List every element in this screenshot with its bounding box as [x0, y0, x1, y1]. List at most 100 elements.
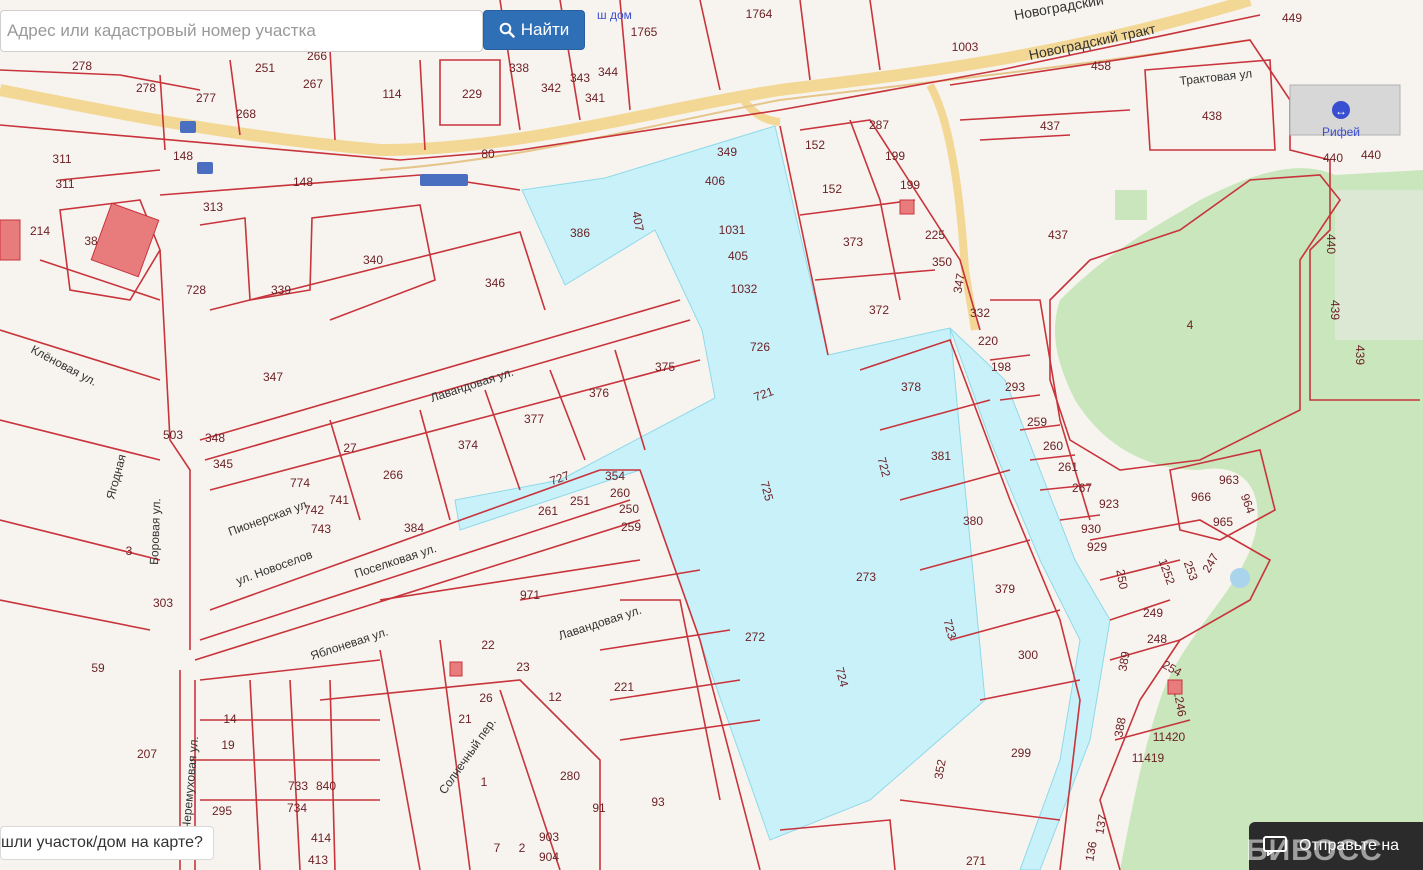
- svg-text:152: 152: [805, 138, 825, 152]
- svg-text:220: 220: [978, 334, 998, 348]
- svg-text:199: 199: [885, 149, 905, 163]
- svg-text:272: 272: [745, 630, 765, 644]
- svg-text:413: 413: [308, 853, 328, 867]
- chat-icon: [1263, 836, 1287, 856]
- svg-text:373: 373: [843, 235, 863, 249]
- svg-text:438: 438: [1202, 109, 1222, 123]
- svg-text:93: 93: [651, 795, 665, 809]
- svg-text:311: 311: [55, 177, 74, 191]
- svg-text:338: 338: [509, 61, 529, 75]
- svg-text:923: 923: [1099, 497, 1119, 511]
- search-input[interactable]: [0, 10, 483, 52]
- svg-text:229: 229: [462, 87, 482, 101]
- svg-text:207: 207: [137, 747, 157, 761]
- svg-text:386: 386: [570, 226, 590, 240]
- svg-text:221: 221: [614, 680, 634, 694]
- search-button[interactable]: Найти: [483, 10, 585, 50]
- svg-text:930: 930: [1081, 522, 1101, 536]
- svg-text:349: 349: [717, 145, 737, 159]
- poi-dom[interactable]: ш дом: [597, 8, 632, 22]
- svg-text:273: 273: [856, 570, 876, 584]
- svg-text:293: 293: [1005, 380, 1025, 394]
- svg-text:354: 354: [605, 469, 625, 483]
- svg-text:929: 929: [1087, 540, 1107, 554]
- svg-text:381: 381: [931, 449, 951, 463]
- search-bar: [0, 10, 483, 52]
- svg-text:406: 406: [705, 174, 725, 188]
- svg-text:741: 741: [329, 493, 349, 507]
- svg-text:339: 339: [271, 283, 291, 297]
- svg-text:1031: 1031: [719, 223, 746, 237]
- forest-patch: [1335, 190, 1423, 340]
- svg-text:376: 376: [589, 386, 609, 400]
- svg-text:743: 743: [311, 522, 331, 536]
- svg-text:728: 728: [186, 283, 206, 297]
- svg-text:503: 503: [163, 428, 183, 442]
- svg-text:12: 12: [548, 690, 562, 704]
- svg-text:148: 148: [173, 149, 193, 163]
- svg-text:2: 2: [519, 841, 526, 855]
- search-button-label: Найти: [520, 20, 570, 39]
- svg-text:22: 22: [481, 638, 495, 652]
- feedback-button[interactable]: Отправьте на: [1249, 822, 1423, 870]
- svg-text:251: 251: [570, 494, 590, 508]
- svg-text:405: 405: [728, 249, 748, 263]
- svg-text:1765: 1765: [631, 25, 658, 39]
- svg-text:311: 311: [52, 152, 71, 166]
- svg-text:726: 726: [750, 340, 770, 354]
- svg-text:259: 259: [1027, 415, 1047, 429]
- svg-text:348: 348: [205, 431, 225, 445]
- svg-text:347: 347: [263, 370, 283, 384]
- svg-text:19: 19: [221, 738, 235, 752]
- svg-text:963: 963: [1219, 473, 1239, 487]
- svg-text:734: 734: [287, 801, 307, 815]
- feedback-label: Отправьте на: [1299, 837, 1400, 854]
- svg-text:268: 268: [236, 107, 256, 121]
- svg-text:344: 344: [598, 65, 618, 79]
- svg-text:313: 313: [203, 200, 223, 214]
- svg-text:332: 332: [970, 306, 990, 320]
- svg-text:374: 374: [458, 438, 478, 452]
- svg-text:903: 903: [539, 830, 559, 844]
- svg-text:59: 59: [91, 661, 105, 675]
- svg-text:345: 345: [213, 457, 233, 471]
- svg-text:23: 23: [516, 660, 530, 674]
- svg-text:152: 152: [822, 182, 842, 196]
- svg-text:260: 260: [1043, 439, 1063, 453]
- svg-text:774: 774: [290, 476, 310, 490]
- svg-text:372: 372: [869, 303, 889, 317]
- svg-text:Рифей: Рифей: [1322, 125, 1360, 139]
- svg-text:21: 21: [458, 712, 472, 726]
- svg-text:278: 278: [136, 81, 156, 95]
- svg-text:350: 350: [932, 255, 952, 269]
- svg-text:440: 440: [1361, 148, 1381, 162]
- svg-text:904: 904: [539, 850, 559, 864]
- svg-text:14: 14: [223, 712, 237, 726]
- svg-text:303: 303: [153, 596, 173, 610]
- svg-text:3: 3: [126, 544, 133, 558]
- svg-text:4: 4: [1187, 318, 1194, 332]
- found-question-text: шли участок/дом на карте?: [1, 834, 203, 851]
- svg-text:91: 91: [592, 801, 606, 815]
- svg-text:261: 261: [538, 504, 558, 518]
- svg-text:250: 250: [619, 502, 639, 516]
- svg-text:198: 198: [991, 360, 1011, 374]
- search-icon: [499, 22, 515, 38]
- svg-text:249: 249: [1143, 606, 1163, 620]
- svg-text:449: 449: [1282, 11, 1302, 25]
- cadastral-map[interactable]: 176417651003 449458278 266267251 278 114 2…: [0, 0, 1423, 870]
- svg-text:259: 259: [621, 520, 641, 534]
- svg-text:437: 437: [1040, 119, 1060, 133]
- svg-text:267: 267: [1072, 481, 1092, 495]
- svg-text:26: 26: [479, 691, 493, 705]
- svg-text:148: 148: [293, 175, 313, 189]
- svg-text:437: 437: [1048, 228, 1068, 242]
- svg-text:267: 267: [303, 77, 323, 91]
- svg-text:271: 271: [966, 854, 986, 868]
- svg-text:278: 278: [72, 59, 92, 73]
- svg-text:214: 214: [30, 224, 50, 238]
- svg-text:840: 840: [316, 779, 336, 793]
- forest-patch: [1115, 190, 1147, 220]
- found-on-map-question[interactable]: шли участок/дом на карте?: [0, 826, 214, 860]
- svg-text:287: 287: [869, 118, 889, 132]
